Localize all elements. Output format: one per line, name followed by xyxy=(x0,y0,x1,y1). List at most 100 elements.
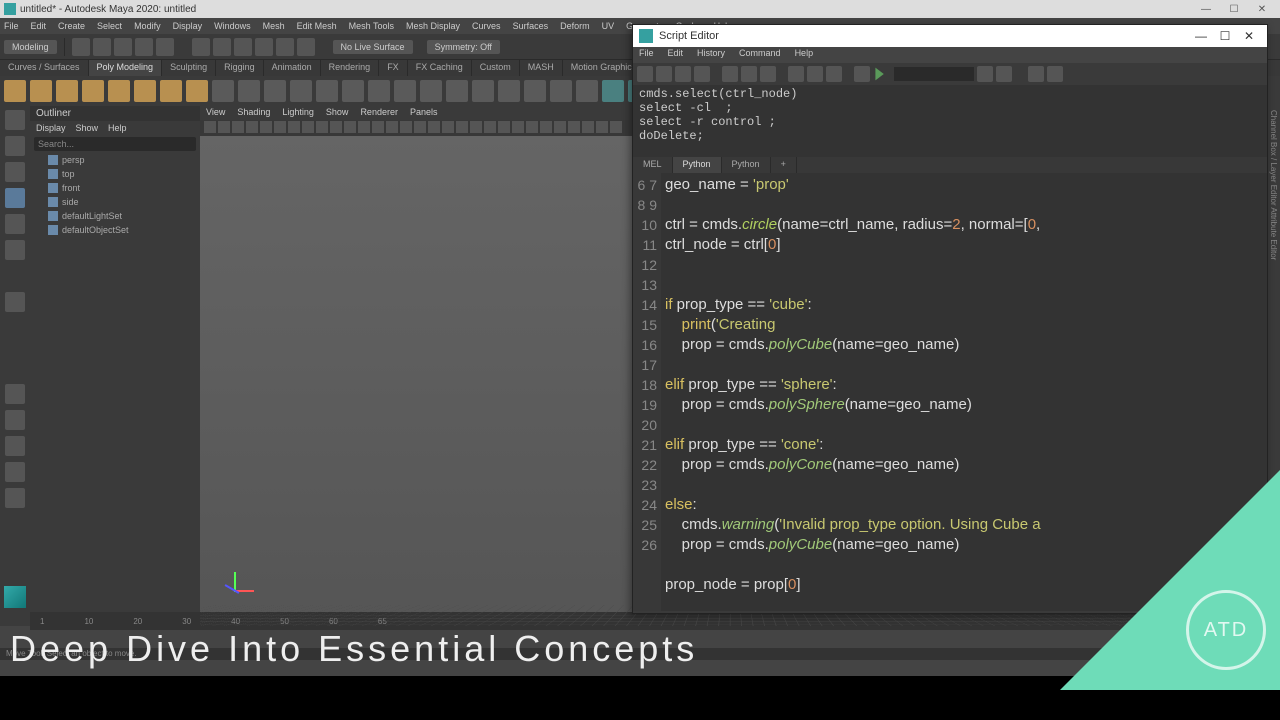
viewport-toolbar-button[interactable] xyxy=(568,121,580,133)
save-to-shelf-button[interactable] xyxy=(694,66,710,82)
viewport-toolbar-button[interactable] xyxy=(456,121,468,133)
paint-select-button[interactable] xyxy=(234,38,252,56)
menu-deform[interactable]: Deform xyxy=(560,21,590,31)
close-button[interactable]: ✕ xyxy=(1248,4,1276,15)
outliner-item[interactable]: top xyxy=(30,167,200,181)
viewport-toolbar-button[interactable] xyxy=(330,121,342,133)
se-menu-item[interactable]: File xyxy=(639,48,654,62)
shelf-icon[interactable] xyxy=(186,80,208,102)
menu-windows[interactable]: Windows xyxy=(214,21,251,31)
script-editor-title-bar[interactable]: Script Editor — ☐ ✕ xyxy=(633,25,1267,47)
viewport-toolbar-button[interactable] xyxy=(260,121,272,133)
menu-modify[interactable]: Modify xyxy=(134,21,161,31)
viewport-toolbar-button[interactable] xyxy=(484,121,496,133)
viewport-toolbar-button[interactable] xyxy=(512,121,524,133)
shelf-icon[interactable] xyxy=(290,80,312,102)
rotate-tool[interactable] xyxy=(5,214,25,234)
select-tool[interactable] xyxy=(5,110,25,130)
viewport-toolbar-button[interactable] xyxy=(582,121,594,133)
viewport-toolbar-button[interactable] xyxy=(498,121,510,133)
shelf-tab[interactable]: FX xyxy=(379,60,408,76)
viewport-toolbar-button[interactable] xyxy=(428,121,440,133)
outliner-menu-item[interactable]: Display xyxy=(36,123,66,133)
lasso-tool[interactable] xyxy=(5,136,25,156)
shelf-icon[interactable] xyxy=(472,80,494,102)
viewport-toolbar-button[interactable] xyxy=(344,121,356,133)
viewport-toolbar-button[interactable] xyxy=(288,121,300,133)
open-scene-button[interactable] xyxy=(93,38,111,56)
se-menu-item[interactable]: Command xyxy=(739,48,781,62)
shelf-icon[interactable] xyxy=(134,80,156,102)
shelf-tab[interactable]: Curves / Surfaces xyxy=(0,60,89,76)
script-output-pane[interactable]: cmds.select(ctrl_node) select -cl ; sele… xyxy=(633,85,1267,157)
viewport-menu-item[interactable]: Shading xyxy=(237,107,270,119)
menu-mesh-display[interactable]: Mesh Display xyxy=(406,21,460,31)
redo-button[interactable] xyxy=(156,38,174,56)
show-input-button[interactable] xyxy=(807,66,823,82)
shelf-icon[interactable] xyxy=(420,80,442,102)
outliner-item[interactable]: persp xyxy=(30,153,200,167)
shelf-icon[interactable] xyxy=(30,80,52,102)
viewport-toolbar-button[interactable] xyxy=(442,121,454,133)
script-input-pane[interactable]: 6 7 8 9 10 11 12 13 14 15 16 17 18 19 20… xyxy=(633,173,1267,611)
layout-two-h[interactable] xyxy=(5,436,25,456)
save-scene-button[interactable] xyxy=(114,38,132,56)
search-next-button[interactable] xyxy=(977,66,993,82)
clear-input-button[interactable] xyxy=(741,66,757,82)
script-tab[interactable]: MEL xyxy=(633,157,673,173)
viewport-menu-item[interactable]: Panels xyxy=(410,107,438,119)
execute-button[interactable] xyxy=(873,66,885,82)
move-tool[interactable] xyxy=(5,188,25,208)
workspace-dropdown[interactable]: Modeling xyxy=(4,40,57,54)
menu-surfaces[interactable]: Surfaces xyxy=(513,21,549,31)
maximize-button[interactable]: ☐ xyxy=(1220,4,1248,15)
shelf-icon[interactable] xyxy=(446,80,468,102)
viewport-toolbar-button[interactable] xyxy=(596,121,608,133)
menu-select[interactable]: Select xyxy=(97,21,122,31)
viewport-toolbar-button[interactable] xyxy=(554,121,566,133)
viewport-toolbar-button[interactable] xyxy=(302,121,314,133)
snap-grid-button[interactable] xyxy=(255,38,273,56)
scale-tool[interactable] xyxy=(5,240,25,260)
viewport-toolbar-button[interactable] xyxy=(274,121,286,133)
paint-tool[interactable] xyxy=(5,162,25,182)
shelf-tab[interactable]: Rigging xyxy=(216,60,264,76)
viewport-toolbar-button[interactable] xyxy=(414,121,426,133)
close-button[interactable]: ✕ xyxy=(1237,29,1261,43)
menu-curves[interactable]: Curves xyxy=(472,21,501,31)
shelf-icon[interactable] xyxy=(108,80,130,102)
snap-point-button[interactable] xyxy=(297,38,315,56)
layout-outliner[interactable] xyxy=(5,488,25,508)
layout-single[interactable] xyxy=(5,384,25,404)
viewport-toolbar-button[interactable] xyxy=(358,121,370,133)
viewport-menu-item[interactable]: View xyxy=(206,107,225,119)
menu-create[interactable]: Create xyxy=(58,21,85,31)
shelf-icon[interactable] xyxy=(550,80,572,102)
outliner-search[interactable]: Search... xyxy=(34,137,196,151)
shelf-icon[interactable] xyxy=(524,80,546,102)
outliner-item[interactable]: defaultLightSet xyxy=(30,209,200,223)
undo-button[interactable] xyxy=(135,38,153,56)
menu-display[interactable]: Display xyxy=(173,21,203,31)
shelf-icon[interactable] xyxy=(82,80,104,102)
shelf-tab[interactable]: MASH xyxy=(520,60,563,76)
outliner-menu-item[interactable]: Show xyxy=(76,123,99,133)
minimize-button[interactable]: — xyxy=(1192,4,1220,15)
shelf-icon[interactable] xyxy=(264,80,286,102)
goto-line-button[interactable] xyxy=(1028,66,1044,82)
shelf-icon[interactable] xyxy=(4,80,26,102)
menu-edit-mesh[interactable]: Edit Mesh xyxy=(297,21,337,31)
minimize-button[interactable]: — xyxy=(1189,29,1213,43)
script-tab[interactable]: Python xyxy=(673,157,722,173)
viewport-toolbar-button[interactable] xyxy=(204,121,216,133)
viewport-toolbar-button[interactable] xyxy=(610,121,622,133)
last-tool[interactable] xyxy=(5,292,25,312)
shelf-icon[interactable] xyxy=(342,80,364,102)
viewport-toolbar-button[interactable] xyxy=(400,121,412,133)
save-script-button[interactable] xyxy=(675,66,691,82)
viewport-toolbar-button[interactable] xyxy=(218,121,230,133)
shelf-tab[interactable]: Poly Modeling xyxy=(89,60,163,76)
viewport-menu-item[interactable]: Lighting xyxy=(282,107,314,119)
show-both-button[interactable] xyxy=(826,66,842,82)
viewport-toolbar-button[interactable] xyxy=(232,121,244,133)
